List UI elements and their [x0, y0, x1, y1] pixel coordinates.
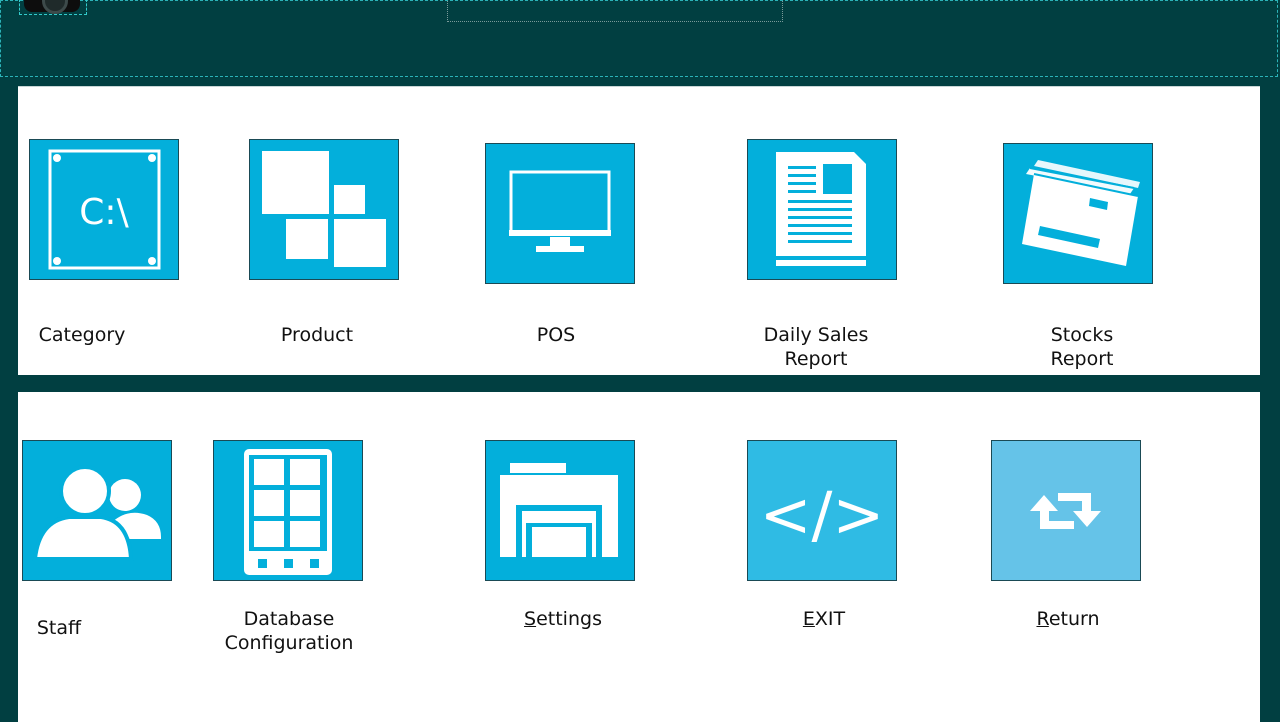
pos-label[interactable]: POS	[493, 323, 619, 347]
exit-label-rest: XIT	[814, 608, 846, 630]
database-configuration-label-line2: Configuration	[224, 632, 354, 654]
stocks-report-label[interactable]: Stocks Report	[1014, 323, 1150, 371]
exit-label[interactable]: EXIT	[758, 607, 890, 631]
settings-label-rest: ettings	[536, 608, 602, 630]
database-configuration-label-line1: Database	[243, 608, 335, 630]
return-label-rest: eturn	[1048, 608, 1100, 630]
daily-sales-report-label[interactable]: Daily Sales Report	[748, 323, 884, 371]
settings-mnemonic: S	[524, 608, 537, 630]
staff-tile[interactable]	[22, 440, 172, 581]
stocks-report-label-line2: Report	[1050, 348, 1114, 370]
code-icon: </>	[760, 478, 885, 551]
header-bar	[0, 0, 1278, 77]
pos-tile[interactable]	[485, 143, 635, 284]
main-menu-panel-top: C:\ Category Product POS Daily Sales Rep…	[18, 86, 1260, 375]
product-label[interactable]: Product	[254, 323, 380, 347]
squares-icon	[262, 151, 386, 267]
stocks-report-label-line1: Stocks	[1050, 324, 1114, 346]
users-icon	[32, 465, 161, 561]
category-label-text: Category	[38, 324, 126, 346]
stocks-report-tile[interactable]	[1003, 143, 1153, 284]
grid-tablet-icon	[244, 449, 332, 575]
return-label[interactable]: Return	[1002, 607, 1134, 631]
monitor-icon	[509, 170, 611, 252]
return-mnemonic: R	[1036, 608, 1049, 630]
main-menu-panel-bottom: Staff Database Configuration Settings </…	[18, 392, 1260, 722]
staff-label[interactable]: Staff	[18, 616, 100, 640]
exit-tile[interactable]: </>	[747, 440, 897, 581]
category-label[interactable]: Category	[18, 323, 146, 347]
daily-sales-report-tile[interactable]	[747, 139, 897, 280]
header-title	[447, 0, 783, 22]
product-label-text: Product	[280, 324, 354, 346]
staff-label-text: Staff	[36, 617, 82, 639]
settings-label[interactable]: Settings	[496, 607, 630, 631]
drive-icon: C:\	[48, 149, 161, 270]
daily-sales-report-label-line1: Daily Sales	[763, 324, 869, 346]
swap-arrows-icon	[1030, 493, 1101, 529]
daily-sales-report-label-line2: Report	[784, 348, 848, 370]
settings-tile[interactable]	[485, 440, 635, 581]
database-configuration-tile[interactable]	[213, 440, 363, 581]
code-icon-text: </>	[760, 478, 885, 551]
newspaper-icon	[776, 152, 866, 266]
drive-icon-text: C:\	[79, 192, 129, 233]
return-tile[interactable]	[991, 440, 1141, 581]
envelopes-icon	[1022, 160, 1140, 266]
printer-icon	[500, 463, 618, 557]
exit-mnemonic: E	[802, 608, 815, 630]
database-configuration-label[interactable]: Database Configuration	[214, 607, 364, 655]
app-logo-icon	[19, 0, 87, 15]
pos-label-text: POS	[536, 324, 576, 346]
category-tile[interactable]: C:\	[29, 139, 179, 280]
product-tile[interactable]	[249, 139, 399, 280]
